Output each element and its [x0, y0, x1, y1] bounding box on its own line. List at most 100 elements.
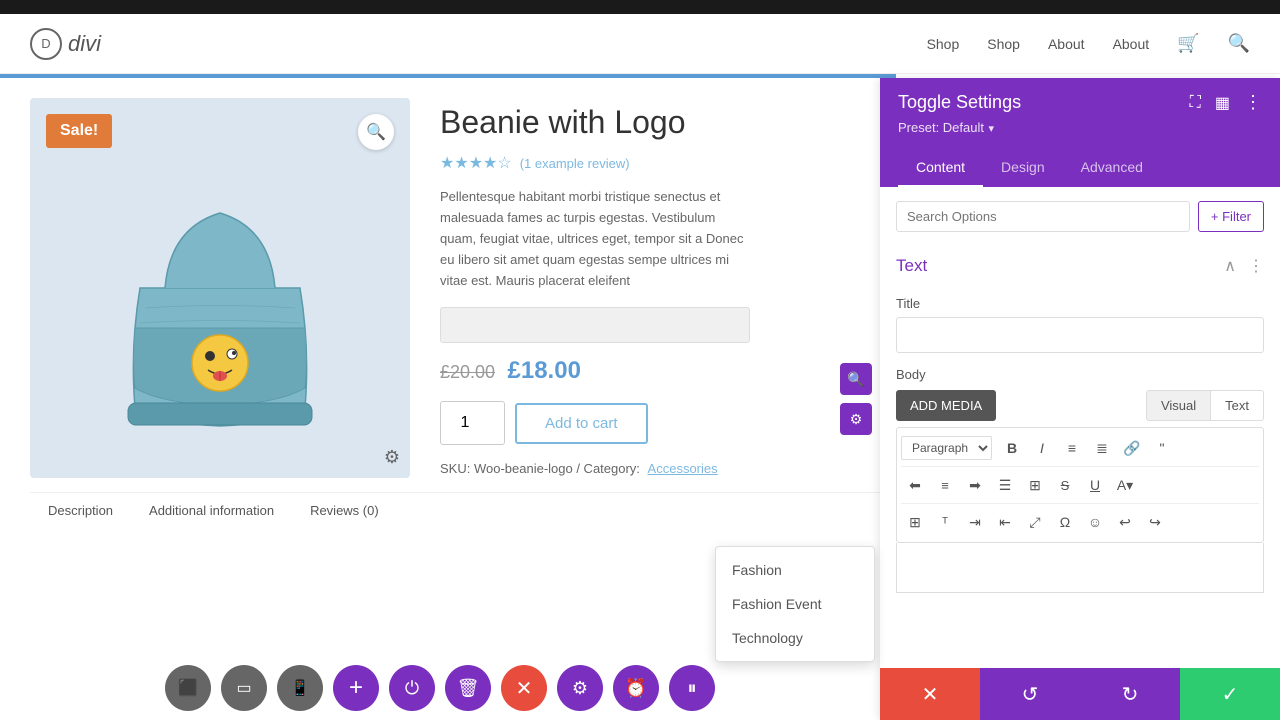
panel-icons-row: ⛶ ▦ ⋮ — [1190, 92, 1262, 113]
tab-design[interactable]: Design — [983, 149, 1063, 187]
indent-btn[interactable]: ⇥ — [961, 508, 989, 536]
image-settings-icon[interactable]: ⚙ — [384, 447, 400, 468]
nav-shop-1[interactable]: Shop — [927, 36, 960, 52]
device-icon-1[interactable]: ▭ — [221, 665, 267, 711]
sale-badge: Sale! — [46, 114, 112, 148]
redo-button[interactable]: ↻ — [1080, 668, 1180, 720]
text-color-btn[interactable]: A▾ — [1111, 471, 1139, 499]
new-price: £18.00 — [508, 357, 581, 384]
main-area: Sale! 🔍 — [0, 78, 1280, 720]
filter-button[interactable]: + Filter — [1198, 201, 1264, 232]
settings-float-button[interactable]: ⚙ — [557, 665, 603, 711]
collapse-icon[interactable]: ∧ — [1224, 256, 1236, 276]
justify-btn[interactable]: ☰ — [991, 471, 1019, 499]
main-nav: D divi Shop Shop About About 🛒 🔍 — [0, 14, 1280, 74]
search-nav-icon[interactable]: 🔍 — [1228, 33, 1250, 54]
section-controls: ∧ ⋮ — [1224, 256, 1264, 276]
tab-advanced[interactable]: Advanced — [1063, 149, 1161, 187]
visual-text-tabs: Visual Text — [1146, 390, 1264, 421]
input-placeholder-row — [440, 307, 750, 343]
preset-dropdown-icon: ▾ — [988, 123, 994, 135]
review-link[interactable]: (1 example review) — [520, 156, 630, 171]
panel-header: Toggle Settings ⛶ ▦ ⋮ Preset: Default ▾ … — [880, 78, 1280, 187]
align-right-btn[interactable]: ➡ — [961, 471, 989, 499]
search-options-input[interactable] — [896, 201, 1190, 232]
nav-shop-2[interactable]: Shop — [987, 36, 1020, 52]
add-float-button[interactable]: + — [333, 665, 379, 711]
fullscreen-editor-btn[interactable]: ⤢ — [1021, 508, 1049, 536]
title-field-label: Title — [896, 296, 1264, 311]
toolbar-row-1: Paragraph Heading 1 Heading 2 B I ≡ ≣ 🔗 … — [901, 432, 1259, 464]
device-icon-2[interactable]: 📱 — [277, 665, 323, 711]
zoom-icon-wrap[interactable]: 🔍 — [358, 114, 394, 150]
nav-about-1[interactable]: About — [1048, 36, 1085, 52]
text-section: Text ∧ ⋮ Title Body ADD MEDIA — [896, 248, 1264, 593]
ul-button[interactable]: ≡ — [1058, 434, 1086, 462]
trash-float-button[interactable]: 🗑 — [445, 665, 491, 711]
add-to-cart-button[interactable]: Add to cart — [515, 403, 648, 444]
align-center-btn[interactable]: ≡ — [931, 471, 959, 499]
redo-editor-btn[interactable]: ↪ — [1141, 508, 1169, 536]
cancel-button[interactable]: ✕ — [880, 668, 980, 720]
link-button[interactable]: 🔗 — [1118, 434, 1146, 462]
embed-btn[interactable]: ⊞ — [901, 508, 929, 536]
dropdown-item-technology[interactable]: Technology — [716, 621, 874, 655]
dropdown-item-fashion-event[interactable]: Fashion Event — [716, 587, 874, 621]
split-icon[interactable]: ▦ — [1215, 93, 1230, 113]
bold-button[interactable]: B — [998, 434, 1026, 462]
tab-reviews[interactable]: Reviews (0) — [292, 493, 397, 528]
title-input[interactable] — [896, 317, 1264, 353]
editor-content-area[interactable] — [896, 543, 1264, 593]
emoji-btn[interactable]: ☺ — [1081, 508, 1109, 536]
superscript-btn[interactable]: ᵀ — [931, 508, 959, 536]
more-icon[interactable]: ⋮ — [1244, 92, 1262, 113]
text-tab[interactable]: Text — [1211, 390, 1264, 421]
section-title: Text — [896, 256, 927, 276]
top-bar — [0, 0, 1280, 14]
side-right-icons: 🔍 ⚙ — [840, 363, 872, 435]
dropdown-item-fashion[interactable]: Fashion — [716, 553, 874, 587]
pause-float-button[interactable]: ⏸ — [669, 665, 715, 711]
add-media-button[interactable]: ADD MEDIA — [896, 390, 996, 421]
toolbar-row-2: ⬅ ≡ ➡ ☰ ⊞ S U A▾ — [901, 466, 1259, 501]
ol-button[interactable]: ≣ — [1088, 434, 1116, 462]
italic-button[interactable]: I — [1028, 434, 1056, 462]
undo-editor-btn[interactable]: ↩ — [1111, 508, 1139, 536]
tab-description[interactable]: Description — [30, 493, 131, 528]
toolbar-row-3: ⊞ ᵀ ⇥ ⇤ ⤢ Ω ☺ ↩ ↪ — [901, 503, 1259, 538]
beanie-illustration — [110, 148, 330, 428]
undo-button[interactable]: ↺ — [980, 668, 1080, 720]
align-left-btn[interactable]: ⬅ — [901, 471, 929, 499]
logo[interactable]: D divi — [30, 28, 101, 60]
body-field-label: Body — [896, 367, 1264, 382]
close-float-button[interactable]: ✕ — [501, 665, 547, 711]
power-float-button[interactable]: ⏻ — [389, 665, 435, 711]
timer-float-button[interactable]: ⏰ — [613, 665, 659, 711]
outdent-btn[interactable]: ⇤ — [991, 508, 1019, 536]
side-icon-search[interactable]: 🔍 — [840, 363, 872, 395]
tab-additional-info[interactable]: Additional information — [131, 493, 292, 528]
fullscreen-icon[interactable]: ⛶ — [1190, 94, 1201, 112]
special-char-btn[interactable]: Ω — [1051, 508, 1079, 536]
panel-footer: ✕ ↺ ↻ ✓ — [880, 668, 1280, 720]
side-icon-settings[interactable]: ⚙ — [840, 403, 872, 435]
nav-links: Shop Shop About About 🛒 🔍 — [927, 33, 1250, 54]
product-image-container: Sale! 🔍 — [30, 98, 410, 478]
zoom-icon: 🔍 — [366, 122, 386, 142]
preset-label[interactable]: Preset: Default — [898, 120, 984, 135]
table-btn[interactable]: ⊞ — [1021, 471, 1049, 499]
cart-icon[interactable]: 🛒 — [1177, 33, 1199, 54]
section-more-icon[interactable]: ⋮ — [1248, 256, 1264, 276]
visual-tab[interactable]: Visual — [1146, 390, 1211, 421]
strikethrough-btn[interactable]: S — [1051, 471, 1079, 499]
nav-about-2[interactable]: About — [1113, 36, 1150, 52]
qty-input[interactable] — [440, 401, 505, 445]
device-icon-0[interactable]: ⬛ — [165, 665, 211, 711]
save-button[interactable]: ✓ — [1180, 668, 1280, 720]
tab-content[interactable]: Content — [898, 149, 983, 187]
panel-body: + Filter Text ∧ ⋮ Title Bo — [880, 187, 1280, 668]
paragraph-select[interactable]: Paragraph Heading 1 Heading 2 — [901, 436, 992, 460]
underline-btn[interactable]: U — [1081, 471, 1109, 499]
blockquote-button[interactable]: " — [1148, 434, 1176, 462]
category-link[interactable]: Accessories — [648, 461, 718, 476]
